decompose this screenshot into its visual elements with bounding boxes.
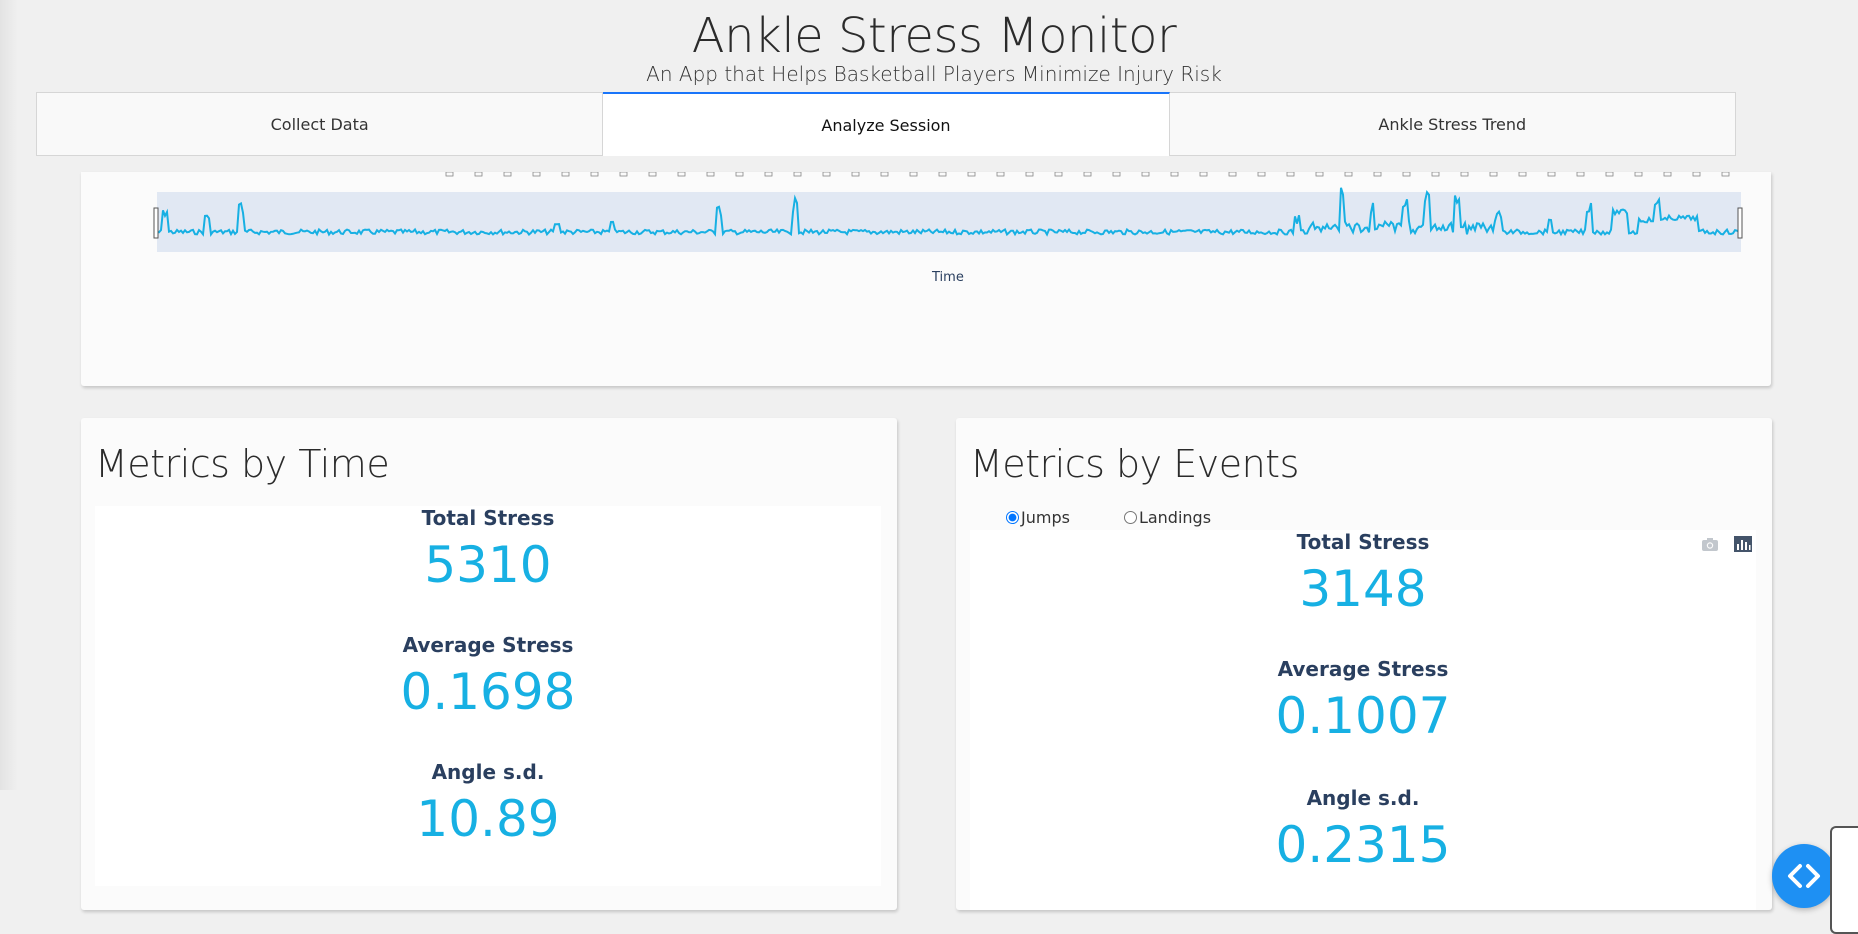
x-axis-title: Time	[932, 270, 964, 285]
axis-tick	[1112, 172, 1121, 177]
axis-tick	[619, 172, 628, 177]
axis-tick	[1257, 172, 1266, 177]
tab-ankle-stress-trend[interactable]: Ankle Stress Trend	[1169, 92, 1736, 156]
axis-tick	[1431, 172, 1440, 177]
total-stress-label: Total Stress	[421, 506, 555, 530]
axis-tick	[561, 172, 570, 177]
axis-tick	[938, 172, 947, 177]
axis-tick	[1054, 172, 1063, 177]
preview-thumbnail[interactable]	[1830, 826, 1858, 934]
axis-tick	[1605, 172, 1614, 177]
axis-tick	[1460, 172, 1469, 177]
landings-option[interactable]: Landings	[1123, 508, 1212, 527]
axis-tick	[1170, 172, 1179, 177]
axis-tick	[1663, 172, 1672, 177]
page-subtitle: An App that Helps Basketball Players Min…	[646, 62, 1222, 86]
angle-sd-value: 0.2315	[1275, 816, 1451, 874]
axis-tick	[532, 172, 541, 177]
metrics-by-events-card: Metrics by Events Jumps Landings Total S…	[956, 418, 1772, 910]
axis-tick	[1692, 172, 1701, 177]
axis-tick	[909, 172, 918, 177]
jumps-option[interactable]: Jumps	[1006, 508, 1070, 527]
landings-option-label: Landings	[1138, 508, 1212, 527]
jumps-radio[interactable]	[1006, 511, 1019, 524]
total-stress-value: 5310	[424, 536, 552, 594]
metrics-by-time-title: Metrics by Time	[95, 442, 390, 486]
axis-tick	[1402, 172, 1411, 177]
axis-tick	[1518, 172, 1527, 177]
axis-tick	[1721, 172, 1730, 177]
axis-tick	[996, 172, 1005, 177]
range-slider-chart[interactable]	[81, 172, 1771, 386]
event-type-radio-group: Jumps Landings	[1006, 508, 1265, 527]
axis-tick	[1199, 172, 1208, 177]
axis-tick	[1025, 172, 1034, 177]
axis-tick	[764, 172, 773, 177]
axis-tick	[822, 172, 831, 177]
axis-tick	[793, 172, 802, 177]
axis-tick	[880, 172, 889, 177]
axis-tick	[1083, 172, 1092, 177]
metrics-by-events-title: Metrics by Events	[970, 442, 1299, 486]
camera-icon[interactable]	[1701, 536, 1719, 552]
axis-tick	[474, 172, 483, 177]
axis-tick	[1286, 172, 1295, 177]
metrics-by-time-panel: Total Stress 5310 Average Stress 0.1698 …	[95, 506, 881, 886]
axis-tick	[1141, 172, 1150, 177]
tab-collect-data[interactable]: Collect Data	[36, 92, 604, 156]
axis-tick	[590, 172, 599, 177]
axis-tick	[851, 172, 860, 177]
tab-analyze-session[interactable]: Analyze Session	[603, 92, 1170, 156]
axis-tick	[967, 172, 976, 177]
total-stress-value: 3148	[1299, 560, 1427, 618]
average-stress-label: Average Stress	[402, 633, 574, 657]
axis-tick	[445, 172, 454, 177]
axis-tick	[706, 172, 715, 177]
axis-tick	[1489, 172, 1498, 177]
landings-radio[interactable]	[1123, 511, 1137, 524]
axis-tick	[503, 172, 512, 177]
left-edge-shadow	[0, 0, 18, 790]
angle-sd-label: Angle s.d.	[431, 760, 545, 784]
range-handle-left[interactable]	[153, 207, 159, 239]
range-handle-right[interactable]	[1737, 207, 1743, 239]
jumps-option-label: Jumps	[1021, 508, 1070, 527]
total-stress-label: Total Stress	[1296, 530, 1430, 554]
code-brackets-icon	[1788, 864, 1820, 888]
axis-ticks	[445, 172, 1730, 177]
code-toggle-button[interactable]	[1772, 844, 1836, 908]
metrics-by-events-panel: Total Stress 3148 Average Stress 0.1007 …	[970, 530, 1756, 910]
axis-tick	[1228, 172, 1237, 177]
page-title: Ankle Stress Monitor	[691, 8, 1177, 64]
axis-tick	[648, 172, 657, 177]
axis-tick	[1547, 172, 1556, 177]
average-stress-value: 0.1007	[1275, 687, 1451, 745]
axis-tick	[1634, 172, 1643, 177]
range-slider-background[interactable]	[157, 192, 1741, 252]
axis-tick	[1576, 172, 1585, 177]
axis-tick	[1373, 172, 1382, 177]
axis-tick	[677, 172, 686, 177]
angle-sd-value: 10.89	[416, 790, 560, 848]
metrics-by-time-card: Metrics by Time Total Stress 5310 Averag…	[81, 418, 897, 910]
axis-tick	[735, 172, 744, 177]
average-stress-label: Average Stress	[1277, 657, 1449, 681]
bar-chart-icon[interactable]	[1734, 536, 1752, 552]
angle-sd-label: Angle s.d.	[1306, 786, 1420, 810]
axis-tick	[1344, 172, 1353, 177]
axis-tick	[1315, 172, 1324, 177]
tab-bar: Collect Data Analyze Session Ankle Stres…	[36, 92, 1736, 156]
timeline-chart-card: Time	[81, 172, 1771, 386]
average-stress-value: 0.1698	[400, 663, 576, 721]
